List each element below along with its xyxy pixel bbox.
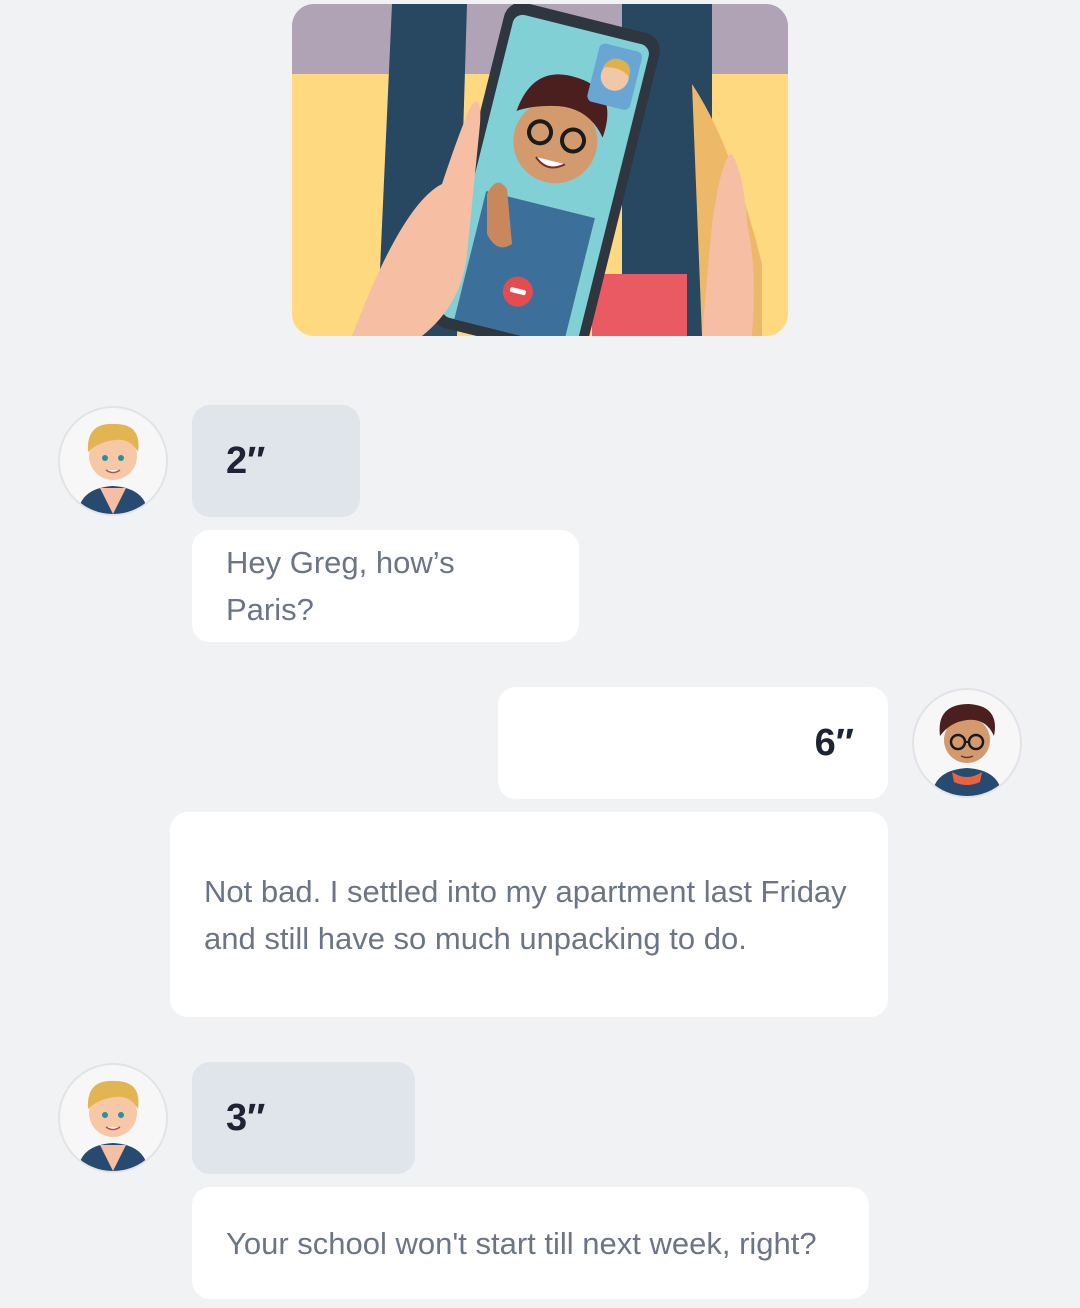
audio-duration: 2″ (226, 439, 266, 482)
message-text: Hey Greg, how’s Paris? (226, 545, 455, 627)
audio-duration: 3″ (226, 1096, 266, 1139)
blond-guy-avatar (58, 406, 168, 516)
message-text: Not bad. I settled into my apartment las… (204, 873, 847, 956)
audio-message-play[interactable]: 2″ (192, 405, 360, 517)
message-text-bubble: Your school won't start till next week, … (192, 1187, 869, 1299)
video-call-illustration (292, 4, 788, 336)
message-text: Your school won't start till next week, … (226, 1225, 817, 1261)
message-text-bubble: Hey Greg, how’s Paris? (192, 530, 579, 642)
audio-message-play[interactable]: 3″ (192, 1062, 415, 1174)
audio-message-play[interactable]: 6″ (498, 687, 888, 799)
message-text-bubble: Not bad. I settled into my apartment las… (170, 812, 888, 1017)
greg-avatar (912, 688, 1022, 798)
blond-guy-avatar (58, 1063, 168, 1173)
audio-duration: 6″ (814, 721, 854, 764)
